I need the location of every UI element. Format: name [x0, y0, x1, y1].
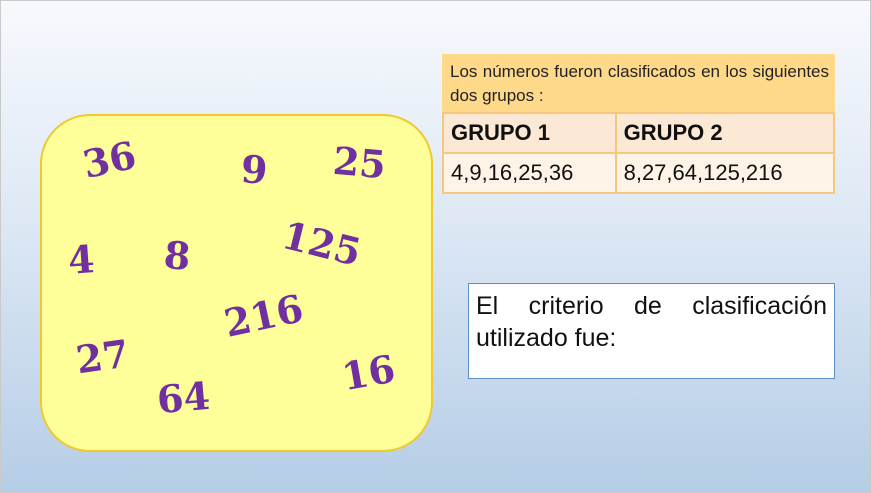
groups-values-row: 4,9,16,25,36 8,27,64,125,216: [442, 152, 836, 194]
number-8: 8: [162, 231, 193, 280]
number-9: 9: [239, 146, 270, 193]
number-27: 27: [73, 330, 132, 383]
number-4: 4: [66, 236, 96, 283]
groups-header-row: GRUPO 1 GRUPO 2: [442, 112, 836, 154]
groups-intro-text: Los números fueron clasificados en los s…: [442, 54, 835, 112]
criterio-text-box[interactable]: El criterio de clasificación utilizado f…: [468, 283, 835, 379]
number-16: 16: [338, 345, 399, 400]
groups-table-container: Los números fueron clasificados en los s…: [442, 54, 836, 194]
number-36: 36: [78, 132, 140, 188]
group-1-header: GRUPO 1: [442, 112, 617, 154]
group-1-values: 4,9,16,25,36: [442, 152, 617, 194]
number-64: 64: [155, 372, 212, 423]
group-2-values: 8,27,64,125,216: [614, 152, 836, 194]
number-25: 25: [331, 137, 388, 188]
groups-table: GRUPO 1 GRUPO 2 4,9,16,25,36 8,27,64,125…: [442, 112, 836, 194]
group-2-header: GRUPO 2: [614, 112, 836, 154]
slide: 36 9 25 4 8 125 216 27 64 16 Los números…: [0, 0, 871, 493]
